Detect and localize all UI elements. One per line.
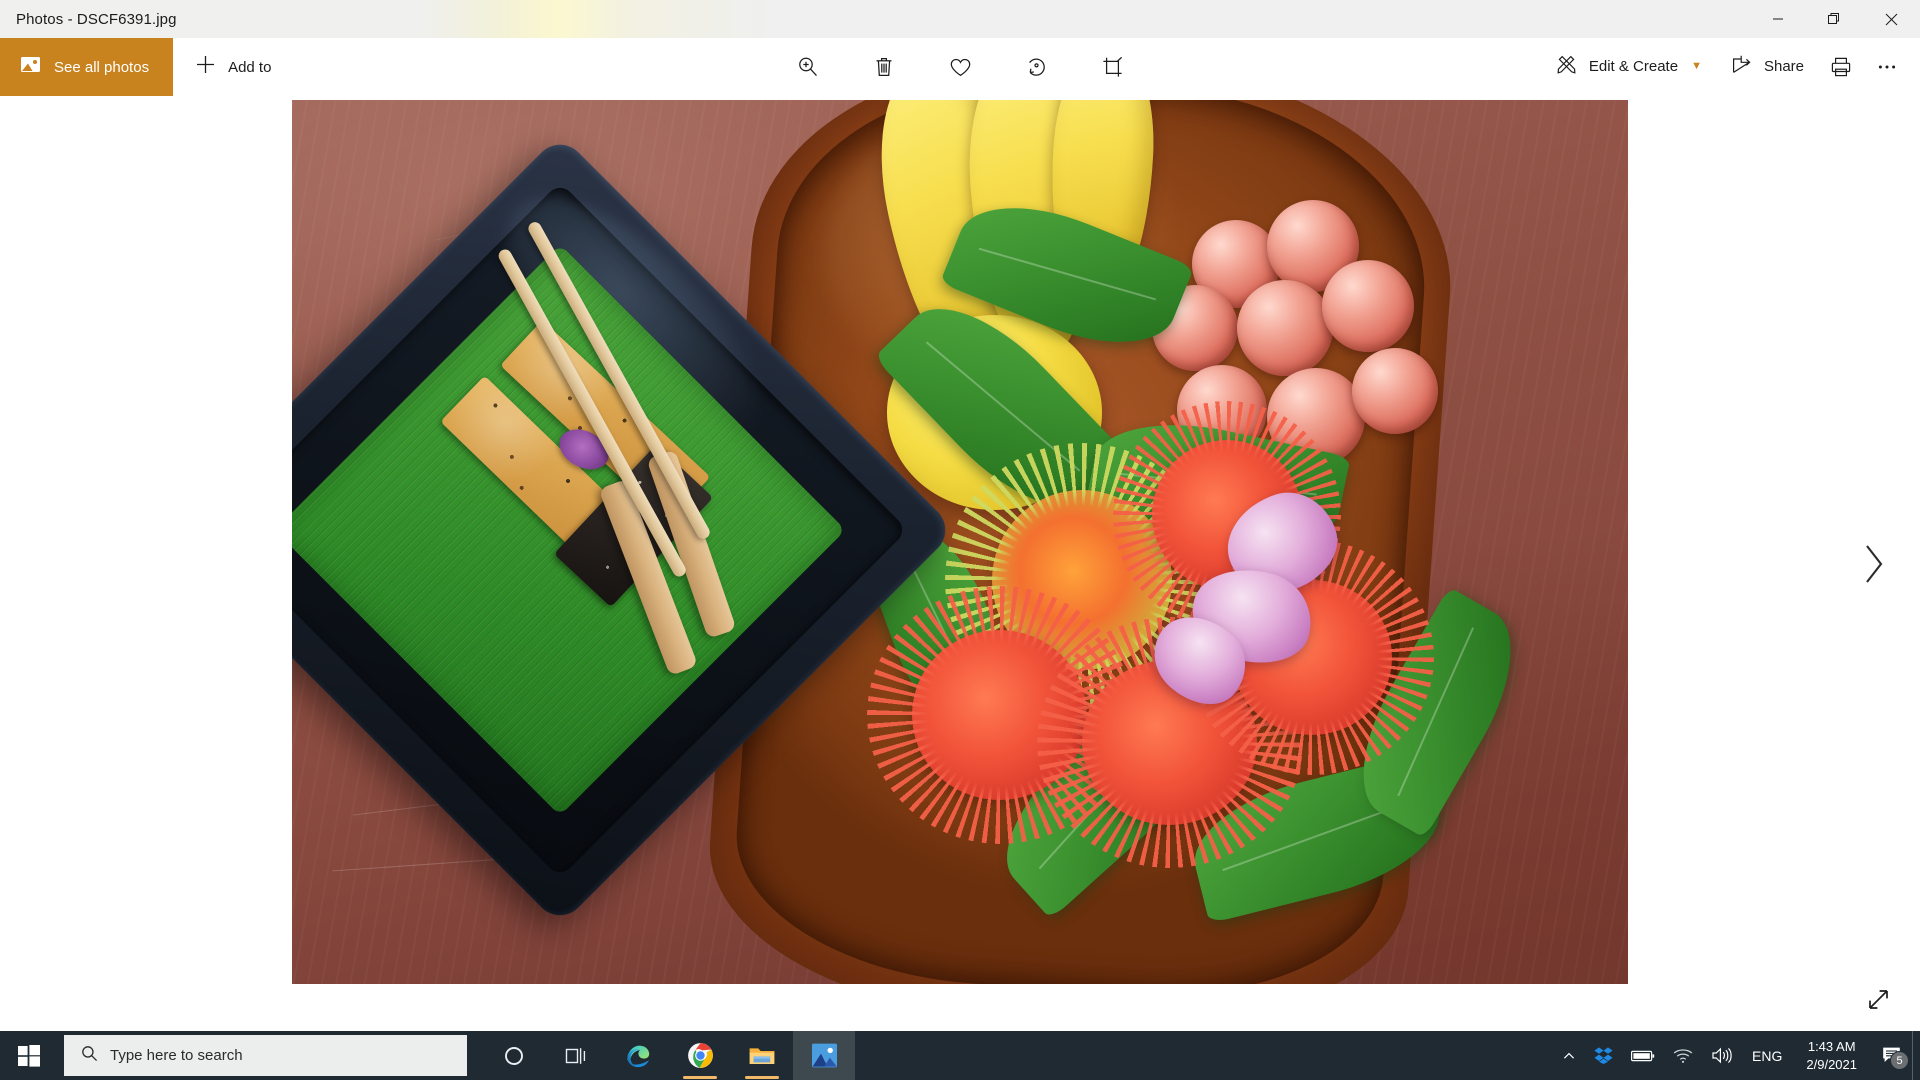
restore-button[interactable]	[1806, 0, 1863, 38]
rotate-icon[interactable]	[1013, 44, 1059, 90]
share-label: Share	[1763, 58, 1804, 75]
taskbar-app-icons	[483, 1031, 855, 1080]
share-icon	[1730, 53, 1753, 81]
share-button[interactable]: Share	[1716, 44, 1818, 90]
cortana-icon[interactable]	[483, 1031, 545, 1080]
see-more-icon[interactable]	[1864, 44, 1910, 90]
dropbox-icon[interactable]	[1585, 1031, 1622, 1080]
zoom-in-icon[interactable]	[785, 44, 831, 90]
photo-library-icon	[20, 54, 41, 80]
edit-create-icon	[1555, 53, 1578, 81]
windows-start-icon[interactable]	[0, 1031, 58, 1080]
photos-icon[interactable]	[793, 1031, 855, 1080]
search-icon	[81, 1045, 98, 1067]
photo-viewer-stage	[0, 96, 1920, 1031]
wifi-icon[interactable]	[1664, 1031, 1702, 1080]
plus-icon	[195, 54, 216, 80]
clock-date: 2/9/2021	[1806, 1056, 1857, 1072]
minimize-button[interactable]	[1749, 0, 1806, 38]
zoom-to-fit-button[interactable]	[1854, 977, 1902, 1021]
search-input[interactable]: Type here to search	[64, 1035, 467, 1076]
title-bar: Photos - DSCF6391.jpg	[0, 0, 1920, 38]
next-image-button[interactable]	[1844, 523, 1902, 605]
system-tray: ENG 1:43 AM 2/9/2021 5	[1553, 1031, 1920, 1080]
add-to-button[interactable]: Add to	[173, 38, 293, 96]
photos-app-window: Photos - DSCF6391.jpg See all photos Add…	[0, 0, 1920, 1080]
show-desktop-button[interactable]	[1912, 1031, 1920, 1080]
command-bar: See all photos Add to Edit & Create ▼ Sh…	[0, 38, 1920, 96]
volume-icon[interactable]	[1702, 1031, 1741, 1080]
edge-icon[interactable]	[607, 1031, 669, 1080]
see-all-photos-button[interactable]: See all photos	[0, 38, 174, 96]
notification-badge: 5	[1890, 1051, 1909, 1070]
grape-fruit	[1237, 280, 1333, 376]
windows-taskbar: Type here to search ENG 1:43 AM 2/9/2021…	[0, 1031, 1920, 1080]
notifications-button[interactable]: 5	[1870, 1031, 1912, 1080]
photo-image[interactable]	[292, 100, 1628, 984]
language-indicator[interactable]: ENG	[1741, 1048, 1793, 1064]
edit-and-create-button[interactable]: Edit & Create ▼	[1541, 44, 1716, 90]
crop-icon[interactable]	[1089, 44, 1135, 90]
command-bar-right-group: Edit & Create ▼ Share	[1541, 38, 1920, 95]
task-view-icon[interactable]	[545, 1031, 607, 1080]
chrome-icon[interactable]	[669, 1031, 731, 1080]
clock-time: 1:43 AM	[1807, 1038, 1856, 1054]
file-explorer-icon[interactable]	[731, 1031, 793, 1080]
delete-icon[interactable]	[861, 44, 907, 90]
heart-icon[interactable]	[937, 44, 983, 90]
print-icon[interactable]	[1818, 44, 1864, 90]
search-placeholder: Type here to search	[110, 1047, 243, 1064]
window-title: Photos - DSCF6391.jpg	[16, 10, 177, 28]
show-hidden-icons-icon[interactable]	[1553, 1031, 1585, 1080]
window-controls	[1749, 0, 1920, 38]
close-button[interactable]	[1863, 0, 1920, 38]
clock[interactable]: 1:43 AM 2/9/2021	[1793, 1031, 1870, 1080]
grape-fruit	[1322, 260, 1414, 352]
battery-icon[interactable]	[1622, 1031, 1664, 1080]
add-to-label: Add to	[228, 58, 272, 76]
grape-fruit	[1352, 348, 1438, 434]
edit-and-create-label: Edit & Create	[1588, 58, 1679, 75]
chevron-down-icon: ▼	[1691, 60, 1702, 72]
see-all-photos-label: See all photos	[54, 58, 150, 76]
